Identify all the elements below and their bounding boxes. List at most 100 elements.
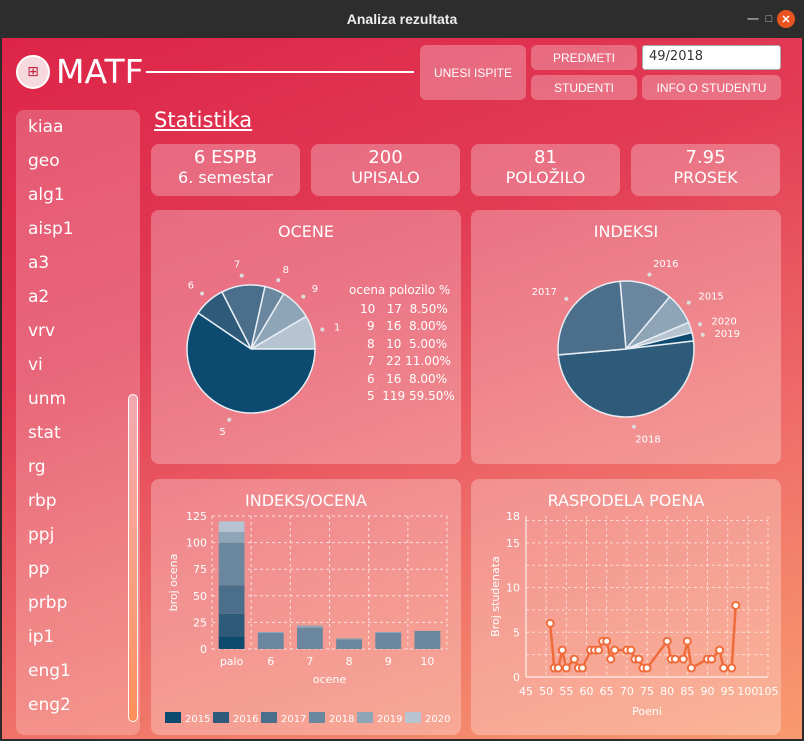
logo: ⊞ MATF bbox=[16, 52, 144, 91]
ocene-table: ocena polozilo % 10 17 8.50% 9 16 8.00% 8 … bbox=[349, 282, 455, 406]
sidebar-item-vi[interactable]: vi bbox=[16, 348, 140, 382]
sidebar-item-rbp[interactable]: rbp bbox=[16, 484, 140, 518]
stat-value: 7.95 bbox=[685, 147, 726, 168]
pie-slice-label: 2020 bbox=[711, 316, 736, 327]
sidebar-item-ip1[interactable]: ip1 bbox=[16, 620, 140, 654]
data-point bbox=[719, 663, 729, 673]
subject-list[interactable]: kiaa geo alg1 aisp1 a3 a2 vrv vi unm stat rg rbp ppj… bbox=[16, 110, 140, 735]
data-point bbox=[727, 663, 737, 673]
sidebar-item-kiaa[interactable]: kiaa bbox=[16, 110, 140, 144]
sidebar-item-ppj[interactable]: ppj bbox=[16, 518, 140, 552]
sidebar-item-a3[interactable]: a3 bbox=[16, 246, 140, 280]
data-point bbox=[731, 600, 741, 610]
stat-label: PROSEK bbox=[673, 168, 738, 187]
sidebar-item-eng2[interactable]: eng2 bbox=[16, 688, 140, 722]
legend-swatch bbox=[261, 712, 277, 723]
indeksi-chart-panel: INDEKSI 2016 2015 2020 2019 2018 2017 bbox=[471, 210, 781, 464]
data-point bbox=[707, 654, 717, 664]
pie-label-dot bbox=[564, 296, 569, 301]
data-point bbox=[682, 636, 692, 646]
x-tick-label: 9 bbox=[385, 655, 392, 668]
legend-label: 2015 bbox=[185, 714, 210, 725]
data-point bbox=[642, 663, 652, 673]
sidebar-item-vrv[interactable]: vrv bbox=[16, 314, 140, 348]
stat-upisalo: 200 UPISALO bbox=[311, 144, 460, 196]
data-point bbox=[577, 663, 587, 673]
x-tick-label: 60 bbox=[580, 685, 594, 698]
x-tick-label: 50 bbox=[539, 685, 553, 698]
x-tick-label: 10 bbox=[420, 655, 434, 668]
close-icon[interactable]: ✕ bbox=[777, 10, 795, 28]
bar-segment bbox=[218, 585, 245, 614]
legend-label: 2018 bbox=[329, 714, 354, 725]
y-tick-label: 5 bbox=[513, 626, 520, 639]
data-point bbox=[715, 645, 725, 655]
x-tick-label: 90 bbox=[701, 685, 715, 698]
data-point bbox=[606, 654, 616, 664]
ocene-chart-panel: OCENE 1098765 ocena polozilo % 10 17 8.5… bbox=[151, 210, 461, 464]
stat-label: 6. semestar bbox=[178, 168, 273, 187]
stat-value: 81 bbox=[534, 147, 557, 168]
bar-segment bbox=[296, 625, 323, 628]
pie-label-dot bbox=[320, 327, 325, 332]
info-o-studentu-button[interactable]: INFO O STUDENTU bbox=[642, 75, 781, 100]
data-point bbox=[662, 636, 672, 646]
predmeti-button[interactable]: PREDMETI bbox=[531, 45, 637, 70]
sidebar-item-aisp1[interactable]: aisp1 bbox=[16, 212, 140, 246]
y-tick-label: 0 bbox=[513, 671, 520, 684]
x-tick-label: 70 bbox=[620, 685, 634, 698]
sidebar-item-unm[interactable]: unm bbox=[16, 382, 140, 416]
sidebar-item-eng1[interactable]: eng1 bbox=[16, 654, 140, 688]
ocene-pie-chart: 10 9 8 7 6 5 bbox=[186, 260, 341, 438]
stat-value: 200 bbox=[368, 147, 403, 168]
y-tick-label: 0 bbox=[200, 643, 207, 656]
data-point bbox=[670, 654, 680, 664]
sidebar-item-geo[interactable]: geo bbox=[16, 144, 140, 178]
stat-polozilo: 81 POLOŽILO bbox=[471, 144, 620, 196]
legend-swatch bbox=[213, 712, 229, 723]
x-tick-label: 65 bbox=[600, 685, 614, 698]
bar-segment bbox=[336, 638, 363, 640]
data-point bbox=[553, 663, 563, 673]
x-tick-label: 95 bbox=[721, 685, 735, 698]
sidebar-item-stat[interactable]: stat bbox=[16, 416, 140, 450]
ocene-table-row: 10 17 8.50% bbox=[360, 301, 448, 316]
scrollbar[interactable] bbox=[128, 394, 138, 722]
sidebar-item-pp[interactable]: pp bbox=[16, 552, 140, 586]
stat-label: POLOŽILO bbox=[505, 168, 586, 187]
y-tick-label: 15 bbox=[506, 537, 520, 550]
y-tick-label: 125 bbox=[186, 510, 207, 523]
legend-label: 2016 bbox=[233, 714, 258, 725]
y-tick-label: 18 bbox=[506, 510, 520, 523]
indeks-ocena-chart-panel: INDEKS/OCENA 0 25 50 75 100 125 palo 6 7 8 9 10 ocen… bbox=[151, 479, 461, 735]
sidebar-item-alg1[interactable]: alg1 bbox=[16, 178, 140, 212]
x-tick-label: 105 bbox=[758, 685, 779, 698]
sidebar-item-prbp[interactable]: prbp bbox=[16, 586, 140, 620]
unesi-ispite-button[interactable]: UNESI ISPITE bbox=[420, 45, 526, 100]
legend-label: 2019 bbox=[377, 714, 402, 725]
index-input[interactable]: 49/2018 bbox=[642, 45, 781, 70]
data-point bbox=[686, 663, 696, 673]
x-axis-label: ocene bbox=[313, 673, 347, 686]
sidebar-item-a2[interactable]: a2 bbox=[16, 280, 140, 314]
y-tick-label: 10 bbox=[506, 582, 520, 595]
studenti-button[interactable]: STUDENTI bbox=[531, 75, 637, 100]
pie-slice-label: 2016 bbox=[653, 259, 678, 270]
window-title: Analiza rezultata bbox=[346, 11, 458, 27]
pie-label-dot bbox=[647, 272, 652, 277]
data-point bbox=[678, 654, 688, 664]
sidebar-item-rg[interactable]: rg bbox=[16, 450, 140, 484]
pie-slice bbox=[557, 280, 627, 356]
pie-slice-label: 2015 bbox=[698, 291, 723, 302]
window-titlebar: Analiza rezultata — □ ✕ bbox=[0, 0, 804, 38]
maximize-icon[interactable]: □ bbox=[760, 10, 778, 28]
x-tick-label: 100 bbox=[737, 685, 758, 698]
x-tick-label: 75 bbox=[640, 685, 654, 698]
legend-swatch bbox=[165, 712, 181, 723]
y-tick-label: 50 bbox=[193, 590, 207, 603]
indeks-ocena-bar-chart: 0 25 50 75 100 125 palo 6 7 8 9 10 ocene broj ocena 20… bbox=[165, 510, 450, 725]
x-tick-label: 8 bbox=[346, 655, 353, 668]
bar-segment bbox=[218, 613, 245, 637]
x-tick-label: 85 bbox=[680, 685, 694, 698]
y-axis-label: broj ocena bbox=[167, 554, 180, 612]
